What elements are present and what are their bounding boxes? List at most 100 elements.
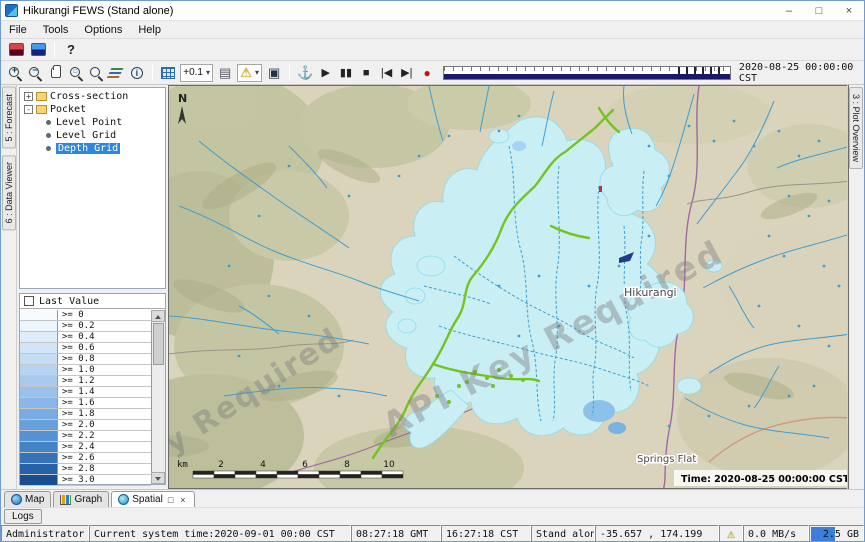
status-mode: Stand alone (531, 525, 595, 542)
logs-button[interactable]: Logs (4, 509, 42, 524)
svg-text:Time: 2020-08-25 00:00:00 CST: Time: 2020-08-25 00:00:00 CST (681, 474, 849, 485)
anchor-icon[interactable]: ⚓ (296, 63, 314, 83)
scroll-thumb[interactable] (153, 323, 164, 365)
legend-swatch (20, 376, 58, 386)
legend-label: >= 0.2 (58, 321, 151, 331)
zoom-out-icon[interactable] (26, 63, 44, 83)
menu-bar: File Tools Options Help (1, 21, 864, 39)
map-toolbar: i +0.1 ▾ ▤ ⚠ ▾ ▣ ⚓ ▶ ▮▮ ■ |◀ ▶| ● 2020-0… (1, 61, 864, 85)
legend-label: >= 1.0 (58, 365, 151, 375)
close-button[interactable]: × (834, 1, 864, 20)
play-button[interactable]: ▶ (317, 63, 335, 83)
tree-leaf-level-point[interactable]: Level Point (20, 116, 165, 129)
tree-node-pocket[interactable]: - Pocket (20, 103, 165, 116)
legend-swatch (20, 453, 58, 463)
report-icon[interactable]: ▤ (216, 63, 234, 83)
tab-spatial[interactable]: Spatial □ × (111, 491, 194, 507)
last-value-checkbox[interactable] (24, 296, 34, 306)
zoom-in-icon[interactable] (6, 63, 24, 83)
map-canvas[interactable]: API Key Required API Key Required Hikura… (168, 85, 849, 489)
tree-node-cross-section[interactable]: + Cross-section (20, 90, 165, 103)
maximize-button[interactable]: □ (804, 1, 834, 20)
tab-forecast[interactable]: 5 : Forecast (2, 87, 16, 149)
zoom-rectangle-icon[interactable] (67, 63, 85, 83)
minimize-button[interactable]: – (774, 1, 804, 20)
legend-label: >= 2.2 (58, 431, 151, 441)
expander-minus-icon[interactable]: - (24, 105, 33, 114)
menu-tools[interactable]: Tools (35, 21, 77, 38)
folder-icon (36, 92, 47, 101)
legend-swatch (20, 332, 58, 342)
zoom-extent-icon[interactable] (87, 63, 105, 83)
legend-row: >= 3.0 (20, 475, 151, 486)
tab-plot-overview[interactable]: 3 : Plot Overview (849, 87, 863, 169)
status-coordinates: -35.657 , 174.199 (595, 525, 719, 542)
legend-row: >= 0.4 (20, 332, 151, 343)
maximize-panel-icon[interactable]: □ (166, 495, 175, 505)
legend-swatch (20, 365, 58, 375)
legend-swatch (20, 431, 58, 441)
bullet-icon (46, 120, 51, 125)
legend-row: >= 1.8 (20, 409, 151, 420)
title-bar: Hikurangi FEWS (Stand alone) – □ × (1, 1, 864, 21)
legend-swatch (20, 420, 58, 430)
scale-tick: 8 (344, 460, 350, 470)
pause-button[interactable]: ▮▮ (337, 63, 355, 83)
chart-icon (60, 495, 71, 505)
database-icon[interactable] (6, 40, 26, 60)
map-time-label: Time: 2020-08-25 00:00:00 CST (674, 470, 849, 486)
legend-swatch (20, 442, 58, 452)
scale-tick: 6 (302, 460, 308, 470)
left-panel: + Cross-section - Pocket Level Point (17, 85, 168, 489)
scale-unit: km (177, 460, 188, 470)
legend-label: >= 0.6 (58, 343, 151, 353)
tree-leaf-depth-grid[interactable]: Depth Grid (20, 142, 165, 155)
locality-label: Springs Flat (637, 454, 696, 465)
north-label: N (178, 92, 187, 105)
timeline-slider[interactable] (443, 66, 731, 80)
tree-leaf-label: Level Grid (56, 130, 116, 141)
legend-row: >= 2.4 (20, 442, 151, 453)
interval-dropdown[interactable]: +0.1 ▾ (180, 64, 213, 82)
legend-label: >= 1.6 (58, 398, 151, 408)
tab-map[interactable]: Map (4, 491, 51, 507)
menu-options[interactable]: Options (76, 21, 130, 38)
skip-start-button[interactable]: |◀ (377, 63, 395, 83)
bottom-tab-bar: Map Graph Spatial □ × (1, 489, 864, 507)
legend-row: >= 0.2 (20, 321, 151, 332)
legend-swatch (20, 343, 58, 353)
stop-button[interactable]: ■ (357, 63, 375, 83)
scroll-up-icon[interactable] (151, 310, 165, 322)
warning-dropdown[interactable]: ⚠ ▾ (237, 64, 262, 82)
legend-row: >= 0.6 (20, 343, 151, 354)
legend-scrollbar[interactable] (151, 310, 165, 484)
tab-data-viewer[interactable]: 6 : Data Viewer (2, 155, 16, 230)
bullet-icon (46, 146, 51, 151)
logs-row: Logs (1, 507, 864, 525)
menu-help[interactable]: Help (130, 21, 169, 38)
info-icon[interactable]: i (128, 63, 146, 83)
scroll-down-icon[interactable] (151, 472, 165, 484)
animation-display-icon[interactable]: ▣ (265, 63, 283, 83)
skip-end-button[interactable]: ▶| (398, 63, 416, 83)
tree-leaf-level-grid[interactable]: Level Grid (20, 129, 165, 142)
map-layers-icon[interactable] (28, 40, 48, 60)
menu-file[interactable]: File (1, 21, 35, 38)
legend-row: >= 1.0 (20, 365, 151, 376)
help-icon[interactable]: ? (61, 40, 81, 60)
map-svg: API Key Required API Key Required Hikura… (169, 86, 849, 489)
legend-row: >= 2.2 (20, 431, 151, 442)
record-button[interactable]: ● (418, 63, 436, 83)
legend-header: Last Value (20, 294, 165, 309)
grid-display-icon[interactable] (159, 63, 177, 83)
layers-icon[interactable] (107, 63, 125, 83)
tab-graph[interactable]: Graph (53, 491, 109, 507)
close-panel-icon[interactable]: × (178, 495, 187, 505)
status-warning-icon[interactable]: ⚠ (719, 525, 743, 542)
expander-plus-icon[interactable]: + (24, 92, 33, 101)
tree-leaf-label-selected: Depth Grid (56, 143, 120, 154)
scale-tick: 2 (218, 460, 224, 470)
pan-hand-icon[interactable] (47, 63, 65, 83)
legend-row: >= 1.6 (20, 398, 151, 409)
globe-icon (11, 494, 22, 505)
